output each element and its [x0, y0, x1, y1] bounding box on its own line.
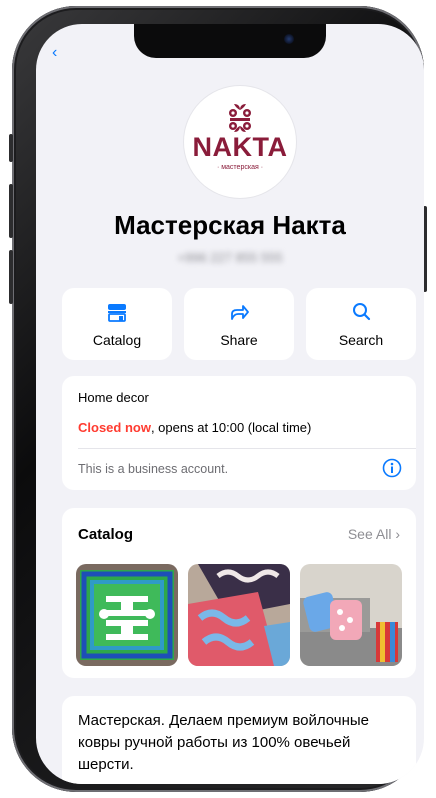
business-logo: NAKTA · мастерская · [184, 86, 296, 198]
catalog-button-label: Catalog [92, 332, 142, 348]
storefront-icon [62, 302, 172, 324]
screen: ‹ NAKTA · мастерская · Мастерская Накта … [36, 24, 424, 784]
volume-up-button [9, 184, 13, 238]
description-card: Мастерская. Делаем премиум войлочные ков… [62, 696, 416, 784]
closed-status: Closed now [78, 420, 151, 435]
catalog-item-1[interactable] [76, 564, 178, 666]
action-buttons: Catalog Share Search [62, 288, 416, 360]
see-all-link[interactable]: See All › [348, 526, 400, 542]
opening-time: , opens at 10:00 (local time) [150, 420, 312, 435]
business-name: Мастерская Накта [114, 210, 346, 240]
catalog-button[interactable]: Catalog [62, 288, 172, 360]
search-icon [306, 302, 416, 324]
share-button[interactable]: Share [184, 288, 294, 360]
catalog-card: Catalog See All › [62, 508, 416, 678]
back-chevron-icon[interactable]: ‹ [52, 44, 57, 62]
catalog-title: Catalog [78, 526, 134, 543]
camera-icon [284, 34, 294, 44]
phone-number[interactable]: +996 227 855 555 [36, 250, 424, 265]
catalog-item-2[interactable] [188, 564, 290, 666]
business-description: Мастерская. Делаем премиум войлочные ков… [78, 712, 369, 773]
share-arrow-icon [184, 302, 294, 324]
mute-switch [9, 134, 13, 162]
search-button-label: Search [338, 332, 384, 348]
notch [134, 24, 326, 58]
divider [78, 448, 416, 449]
volume-down-button [9, 250, 13, 304]
info-icon[interactable] [382, 458, 402, 478]
logo-wordmark: NAKTA [192, 132, 288, 162]
search-button[interactable]: Search [306, 288, 416, 360]
business-category: Home decor [78, 390, 149, 405]
see-all-label: See All [347, 526, 392, 542]
logo-subtitle: · мастерская · [216, 164, 264, 171]
catalog-item-3[interactable] [300, 564, 402, 666]
opening-hours[interactable]: Closed now, opens at 10:00 (local time) [78, 420, 311, 435]
share-button-label: Share [220, 332, 258, 348]
business-account-note: This is a business account. [78, 462, 229, 476]
chevron-right-icon: › [395, 526, 400, 542]
ornament-icon [229, 104, 251, 132]
phone-frame: ‹ NAKTA · мастерская · Мастерская Накта … [9, 6, 427, 792]
info-card: Home decor Closed now, opens at 10:00 (l… [62, 376, 416, 490]
